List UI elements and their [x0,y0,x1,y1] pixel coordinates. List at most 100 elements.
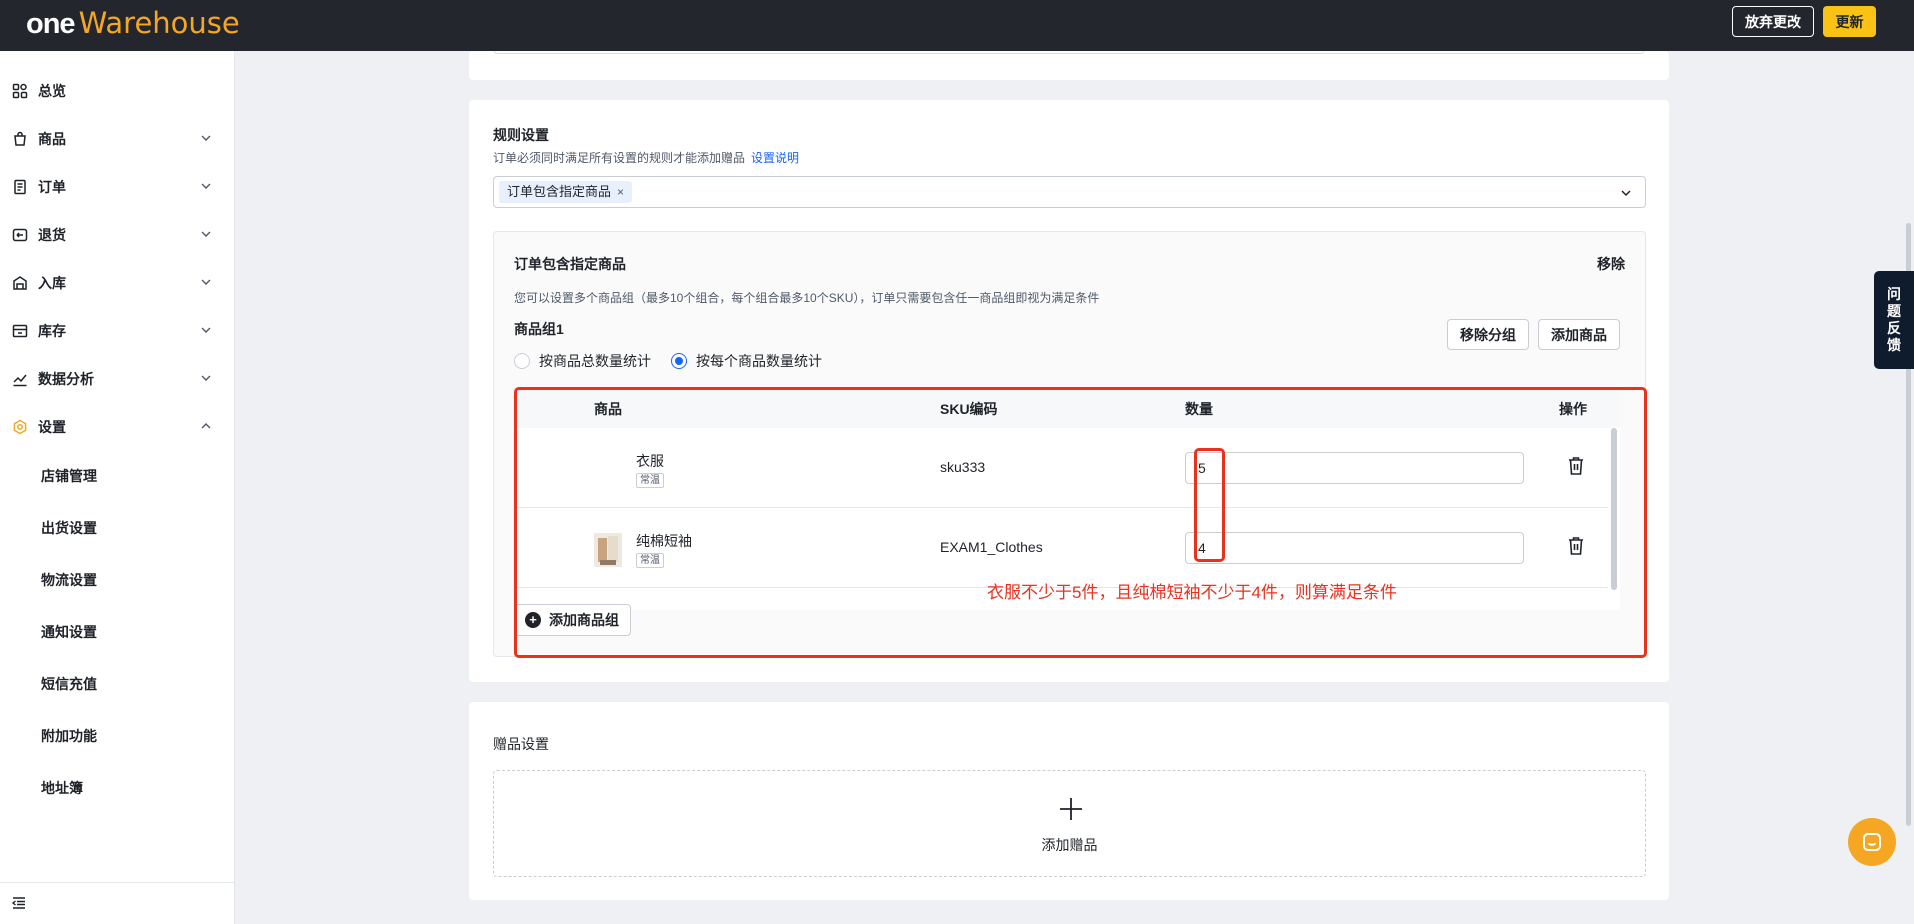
sidebar-subitem-store-management[interactable]: 店铺管理 [41,461,97,491]
sidebar-subitem-address-book[interactable]: 地址簿 [41,773,83,803]
return-icon [12,227,28,243]
update-button[interactable]: 更新 [1823,6,1876,37]
table-scrollbar[interactable] [1611,428,1617,590]
gift-title: 赠品设置 [493,736,549,752]
chevron-up-icon [201,423,211,429]
rule-tag-label: 订单包含指定商品 [507,184,612,199]
sidebar-subitem-notification-settings[interactable]: 通知设置 [41,617,97,647]
count-mode-radio-group: 按商品总数量统计 按每个商品数量统计 [514,351,842,371]
sidebar-item-label: 总览 [38,83,66,99]
add-product-group-button[interactable]: + 添加商品组 [514,604,631,636]
sidebar-subitem-logistics-settings[interactable]: 物流设置 [41,565,97,595]
add-product-group-label: 添加商品组 [549,612,619,628]
sidebar-subitem-addons[interactable]: 附加功能 [41,721,97,751]
feedback-char: 题 [1887,303,1901,319]
product-temp-tag: 常温 [636,553,664,568]
group-title: 商品组1 [514,321,564,337]
add-gift-area[interactable]: 添加赠品 [493,770,1646,877]
sidebar-item-returns[interactable]: 退货 [0,215,235,255]
trash-icon[interactable] [1567,536,1585,556]
rules-desc: 订单必须同时满足所有设置的规则才能添加赠品 设置说明 [493,149,799,166]
dashboard-icon [12,83,28,99]
logo[interactable]: one Warehouse [26,6,240,41]
chat-icon [1863,833,1881,851]
chevron-down-icon [201,231,211,237]
product-table: 商品 SKU编码 数量 操作 衣服 常温 sku333 5 纯棉短袖 常温 EX… [514,388,1620,610]
logo-warehouse: Warehouse [78,6,240,40]
feedback-char: 馈 [1887,337,1901,353]
sidebar-item-label: 入库 [38,275,66,291]
sidebar-item-label: 数据分析 [38,371,94,387]
sidebar-item-label: 退货 [38,227,66,243]
product-name: 纯棉短袖 [636,533,692,549]
close-icon[interactable]: × [617,185,624,199]
feedback-tab[interactable]: 问 题 反 馈 [1874,271,1914,369]
product-temp-tag: 常温 [636,473,664,488]
qty-input[interactable]: 5 [1185,452,1524,484]
sidebar-item-overview[interactable]: 总览 [0,71,235,111]
header-product: 商品 [594,401,622,417]
remove-group-button[interactable]: 移除分组 [1447,319,1529,350]
radio-each-count-label[interactable]: 按每个商品数量统计 [696,351,822,371]
header-qty: 数量 [1185,401,1213,417]
chevron-down-icon [201,327,211,333]
plus-circle-icon: + [525,612,541,628]
sidebar-item-inbound[interactable]: 入库 [0,263,235,303]
radio-total-count-label[interactable]: 按商品总数量统计 [539,351,651,371]
sidebar-footer [0,882,235,924]
sidebar: 总览 商品 订单 退货 入库 库存 数据分析 设置 店铺管理 出货设置 物流设置… [0,51,235,924]
header-action: 操作 [1559,401,1587,417]
collapse-sidebar-icon[interactable] [11,895,27,911]
sidebar-item-label: 库存 [38,323,66,339]
sidebar-item-products[interactable]: 商品 [0,119,235,159]
gear-icon [12,419,28,435]
product-sku: EXAM1_Clothes [940,539,1043,555]
plus-icon [1060,798,1082,820]
feedback-char: 反 [1887,320,1901,336]
product-thumbnail [594,533,622,567]
feedback-char: 问 [1887,286,1901,302]
sidebar-item-label: 商品 [38,131,66,147]
chevron-down-icon [201,183,211,189]
order-icon [12,179,28,195]
rule-tag: 订单包含指定商品 × [499,181,633,203]
inventory-icon [12,323,28,339]
header-sku: SKU编码 [940,401,998,417]
chevron-down-icon [201,135,211,141]
previous-section-card [469,51,1669,80]
previous-section-field [494,51,1644,54]
qty-input[interactable]: 4 [1185,532,1524,564]
chat-support-button[interactable] [1848,818,1896,866]
bag-icon [12,131,28,147]
sidebar-item-orders[interactable]: 订单 [0,167,235,207]
add-product-button[interactable]: 添加商品 [1538,319,1620,350]
remove-rule-button[interactable]: 移除 [1597,254,1625,274]
chevron-down-icon [201,375,211,381]
rules-select[interactable]: 订单包含指定商品 × [493,176,1646,208]
table-row: 纯棉短袖 常温 EXAM1_Clothes 4 [514,508,1608,588]
table-header: 商品 SKU编码 数量 操作 [514,388,1620,428]
rule-desc: 您可以设置多个商品组（最多10个组合，每个组合最多10个SKU），订单只需要包含… [514,291,1100,305]
radio-total-count[interactable] [514,353,530,369]
sidebar-item-label: 设置 [38,419,66,435]
radio-each-count[interactable] [671,353,687,369]
trash-icon[interactable] [1567,456,1585,476]
top-bar: one Warehouse 放弃更改 更新 [0,0,1914,51]
product-sku: sku333 [940,459,986,475]
chart-icon [12,371,28,387]
chevron-down-icon[interactable] [1619,186,1633,200]
rules-help-link[interactable]: 设置说明 [751,151,799,165]
sidebar-subitem-shipping-settings[interactable]: 出货设置 [41,513,97,543]
rule-title: 订单包含指定商品 [514,256,626,272]
sidebar-item-settings[interactable]: 设置 [0,407,235,447]
add-gift-label: 添加赠品 [1041,837,1098,853]
product-name: 衣服 [636,453,664,469]
annotation-text: 衣服不少于5件，且纯棉短袖不少于4件，则算满足条件 [987,583,1397,602]
discard-changes-button[interactable]: 放弃更改 [1732,6,1814,37]
table-row: 衣服 常温 sku333 5 [514,428,1608,508]
sidebar-subitem-sms-recharge[interactable]: 短信充值 [41,669,97,699]
sidebar-item-inventory[interactable]: 库存 [0,311,235,351]
rules-title: 规则设置 [493,127,549,143]
sidebar-item-analytics[interactable]: 数据分析 [0,359,235,399]
inbound-icon [12,275,28,291]
